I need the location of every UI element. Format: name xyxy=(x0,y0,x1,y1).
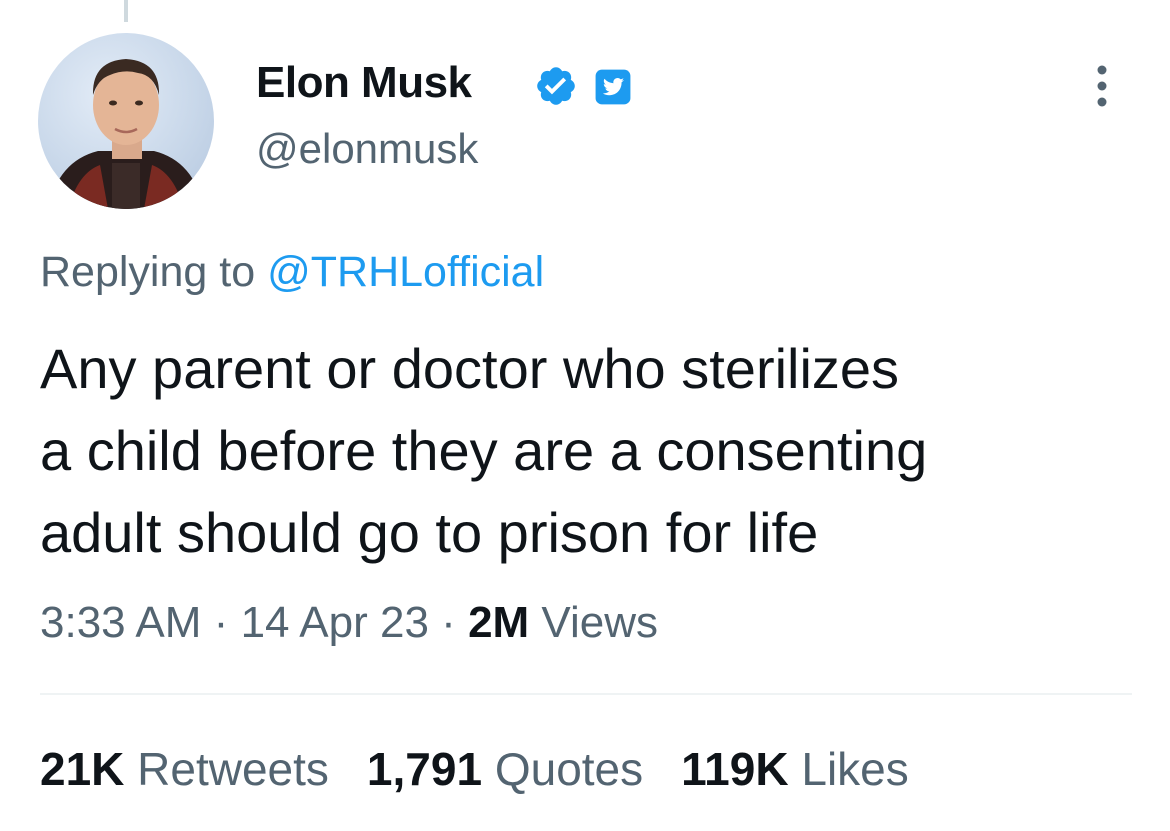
meta-separator: · xyxy=(213,598,229,647)
reply-mention-link[interactable]: @TRHLofficial xyxy=(267,248,544,296)
verified-badge-icon xyxy=(537,67,575,105)
views-label: Views xyxy=(541,598,658,647)
likes-label: Likes xyxy=(801,743,909,795)
likes-count: 119K xyxy=(681,743,789,795)
avatar[interactable] xyxy=(38,33,214,209)
meta-separator: · xyxy=(441,598,456,647)
replying-to-label: Replying to xyxy=(40,248,256,296)
tweet-text-line: a child before they are a consenting xyxy=(40,419,928,482)
twitter-bird-icon xyxy=(595,69,631,105)
divider xyxy=(40,693,1132,695)
retweets-label: Retweets xyxy=(137,743,329,795)
replying-to-line: Replying to @TRHLofficial xyxy=(40,248,544,297)
tweet-text-line: adult should go to prison for life xyxy=(40,501,819,564)
views-count: 2M xyxy=(468,598,530,647)
author-handle[interactable]: @elonmusk xyxy=(256,125,478,173)
tweet-metadata: 3:33 AM · 14 Apr 23 · 2M Views xyxy=(40,598,658,648)
more-options-icon[interactable] xyxy=(1091,62,1113,110)
tweet-date[interactable]: 14 Apr 23 xyxy=(241,598,429,647)
engagement-stats: 21K Retweets 1,791 Quotes 119K Likes xyxy=(40,742,909,796)
retweets-count: 21K xyxy=(40,743,125,795)
tweet-time[interactable]: 3:33 AM xyxy=(40,598,201,647)
avatar-portrait-icon xyxy=(48,59,204,209)
quotes-label: Quotes xyxy=(494,743,644,795)
quotes-count: 1,791 xyxy=(366,743,483,795)
tweet-text-line: Any parent or doctor who sterilizes xyxy=(40,337,900,400)
likes-stat[interactable]: 119K Likes xyxy=(681,743,909,795)
quotes-stat[interactable]: 1,791 Quotes xyxy=(367,743,643,795)
tweet-text: Any parent or doctor who sterilizes a ch… xyxy=(40,328,1140,574)
retweets-stat[interactable]: 21K Retweets xyxy=(40,743,329,795)
author-display-name[interactable]: Elon Musk xyxy=(256,58,472,108)
thread-connector-line xyxy=(124,0,128,22)
